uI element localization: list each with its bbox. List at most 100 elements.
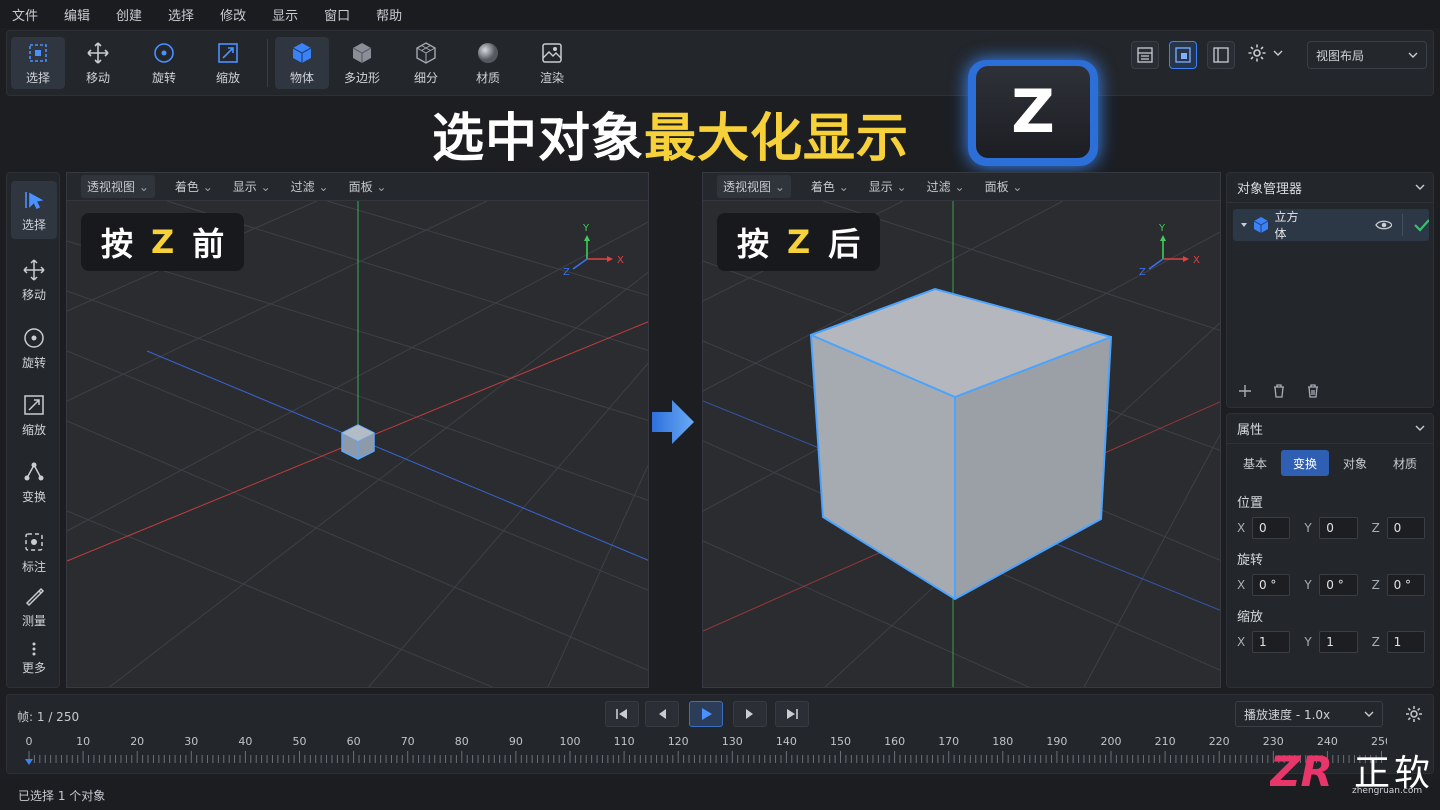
chevron-down-icon xyxy=(1408,52,1418,58)
properties-header[interactable]: 属性 xyxy=(1227,414,1433,444)
display-dropdown[interactable]: 显示 xyxy=(869,178,907,195)
tool-rotate-button[interactable]: 旋转 xyxy=(137,37,191,89)
tool-move-button[interactable]: 移动 xyxy=(71,37,125,89)
rail-scale-button[interactable]: 缩放 xyxy=(11,386,57,444)
ruler-tick-label: 140 xyxy=(776,735,797,748)
layout-single-button[interactable] xyxy=(1131,41,1159,69)
tool-rail: 选择 移动 旋转 缩放 变换 标注 测量 更多 xyxy=(6,172,60,688)
scale-y-input[interactable]: 1 xyxy=(1319,631,1358,653)
toolbar-divider xyxy=(267,39,268,87)
add-icon[interactable] xyxy=(1237,383,1253,399)
rotation-z-input[interactable]: 0 ° xyxy=(1386,574,1425,596)
rail-move-button[interactable]: 移动 xyxy=(11,251,57,309)
rotation-x-input[interactable]: 0 ° xyxy=(1251,574,1291,596)
view-mode-dropdown[interactable]: 透视视图 xyxy=(717,175,791,198)
rail-more-button[interactable]: 更多 xyxy=(11,633,57,683)
step-forward-button[interactable] xyxy=(733,701,767,727)
position-y-input[interactable]: 0 xyxy=(1319,517,1358,539)
tool-scale-button[interactable]: 缩放 xyxy=(201,37,255,89)
step-forward-icon xyxy=(746,709,753,719)
tab-object[interactable]: 对象 xyxy=(1331,450,1379,476)
shading-dropdown[interactable]: 着色 xyxy=(175,178,213,195)
rotate-icon xyxy=(154,43,174,63)
skip-start-icon xyxy=(616,709,627,719)
tool-material-button[interactable]: 材质 xyxy=(461,37,515,89)
viewport-menu-bar: 透视视图 着色 显示 过滤 面板 xyxy=(703,173,1220,201)
layout-split-button[interactable] xyxy=(1169,41,1197,69)
gear-icon[interactable] xyxy=(1405,705,1423,723)
menu-help[interactable]: 帮助 xyxy=(376,5,402,24)
menu-edit[interactable]: 编辑 xyxy=(64,5,90,24)
ruler-tick-label: 90 xyxy=(509,735,523,748)
view-mode-dropdown[interactable]: 透视视图 xyxy=(81,175,155,198)
object-row-cube[interactable]: 立方体 xyxy=(1233,209,1429,241)
position-z-input[interactable]: 0 xyxy=(1386,517,1425,539)
panel-dropdown[interactable]: 面板 xyxy=(349,178,387,195)
scale-z-input[interactable]: 1 xyxy=(1386,631,1425,653)
menu-display[interactable]: 显示 xyxy=(272,5,298,24)
svg-text:Z: Z xyxy=(1139,267,1146,278)
ruler-tick-label: 120 xyxy=(668,735,689,748)
eye-visibility-icon[interactable] xyxy=(1375,219,1392,231)
tab-basic[interactable]: 基本 xyxy=(1231,450,1279,476)
menu-modify[interactable]: 修改 xyxy=(220,5,246,24)
playhead-marker xyxy=(25,759,33,765)
delete-icon[interactable] xyxy=(1271,383,1287,399)
tab-transform[interactable]: 变换 xyxy=(1281,450,1329,476)
scale-x-input[interactable]: 1 xyxy=(1251,631,1291,653)
tool-object-button[interactable]: 物体 xyxy=(275,37,329,89)
object-manager-actions xyxy=(1237,383,1321,399)
play-button[interactable] xyxy=(689,701,723,727)
ruler-tick-label: 210 xyxy=(1155,735,1176,748)
skip-to-end-button[interactable] xyxy=(775,701,809,727)
trash-icon[interactable] xyxy=(1305,383,1321,399)
object-manager-panel: 对象管理器 立方体 xyxy=(1226,172,1434,408)
properties-tabs: 基本 变换 对象 材质 xyxy=(1227,444,1433,482)
filter-dropdown[interactable]: 过滤 xyxy=(927,178,965,195)
view-layout-select[interactable]: 视图布局 xyxy=(1307,41,1427,69)
rail-measure-button[interactable]: 测量 xyxy=(11,577,57,635)
rotation-label: 旋转 xyxy=(1237,553,1264,568)
tool-select-button[interactable]: 选择 xyxy=(11,37,65,89)
position-label: 位置 xyxy=(1237,496,1264,511)
play-icon xyxy=(702,708,712,720)
display-dropdown[interactable]: 显示 xyxy=(233,178,271,195)
rotate-icon xyxy=(24,328,44,348)
menu-window[interactable]: 窗口 xyxy=(324,5,350,24)
settings-dropdown[interactable] xyxy=(1247,43,1283,63)
rail-annotate-button[interactable]: 标注 xyxy=(11,523,57,581)
rotation-y-input[interactable]: 0 ° xyxy=(1319,574,1358,596)
tool-polygon-button[interactable]: 多边形 xyxy=(335,37,389,89)
layout-sidebar-button[interactable] xyxy=(1207,41,1235,69)
timeline-ruler[interactable]: 0 10 20 30 40 50 60 70 80 90 100 110 120 130 140 150 160… xyxy=(17,733,1387,769)
perspective-grid: Y X Z xyxy=(67,201,648,687)
tool-subdivide-button[interactable]: 细分 xyxy=(399,37,453,89)
tab-material[interactable]: 材质 xyxy=(1381,450,1429,476)
position-x-input[interactable]: 0 xyxy=(1251,517,1291,539)
rail-select-button[interactable]: 选择 xyxy=(11,181,57,239)
filter-dropdown[interactable]: 过滤 xyxy=(291,178,329,195)
skip-to-start-button[interactable] xyxy=(605,701,639,727)
ruler-tick-label: 40 xyxy=(238,735,252,748)
shading-dropdown[interactable]: 着色 xyxy=(811,178,849,195)
tool-render-button[interactable]: 渲染 xyxy=(525,37,579,89)
object-manager-header[interactable]: 对象管理器 xyxy=(1227,173,1433,203)
menu-file[interactable]: 文件 xyxy=(12,5,38,24)
viewport-before[interactable]: 透视视图 着色 显示 过滤 面板 Y X Z 按Z前 xyxy=(66,172,649,688)
chevron-down-icon xyxy=(1364,711,1374,717)
menu-create[interactable]: 创建 xyxy=(116,5,142,24)
more-icon xyxy=(32,642,36,656)
ruler-tick-label: 60 xyxy=(347,735,361,748)
playback-speed-select[interactable]: 播放速度 - 1.0x xyxy=(1235,701,1383,727)
position-fields: X0 Y0 Z0 xyxy=(1227,517,1433,539)
rail-transform-button[interactable]: 变换 xyxy=(11,453,57,511)
rail-rotate-button[interactable]: 旋转 xyxy=(11,319,57,377)
viewport-after[interactable]: 透视视图 着色 显示 过滤 面板 Y X Z 按Z后 xyxy=(702,172,1221,688)
ruler-tick-label: 110 xyxy=(614,735,635,748)
panel-dropdown[interactable]: 面板 xyxy=(985,178,1023,195)
checkmark-icon[interactable] xyxy=(1413,218,1429,232)
zr-logo: ZR xyxy=(1270,748,1333,792)
menu-select[interactable]: 选择 xyxy=(168,5,194,24)
viewport-menu-bar: 透视视图 着色 显示 过滤 面板 xyxy=(67,173,648,201)
step-back-button[interactable] xyxy=(645,701,679,727)
